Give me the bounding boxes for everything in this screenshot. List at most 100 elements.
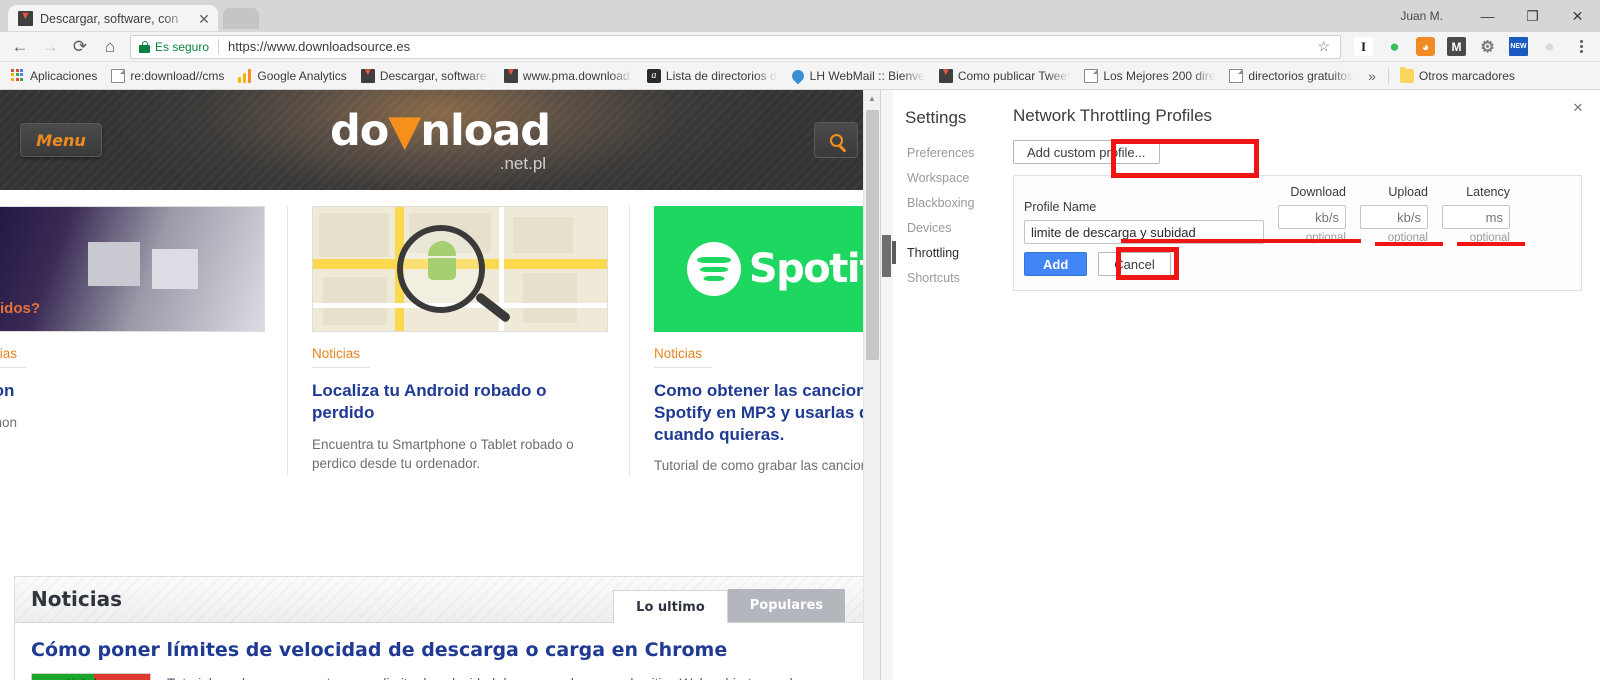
disabled-extension-icon[interactable]: ● <box>1540 37 1559 56</box>
tab-close-icon[interactable]: ✕ <box>196 12 212 26</box>
apps-grid-icon <box>11 68 25 83</box>
latency-header: Latency <box>1466 185 1510 199</box>
news-panel: Noticias Lo ultimo Populares Cómo poner … <box>14 576 866 680</box>
bookmark-label: Descargar, software, <box>379 68 490 83</box>
bookmark-label: Google Analytics <box>257 68 347 83</box>
sidebar-item-shortcuts[interactable]: Shortcuts <box>905 265 998 290</box>
bookmarks-bar: Aplicaciones re:download//cms Google Ana… <box>0 62 1600 90</box>
article-title[interactable]: Como obtener las canciones de Spotify en… <box>654 380 880 445</box>
spotify-icon <box>686 242 741 296</box>
sidebar-item-devices[interactable]: Devices <box>905 215 998 240</box>
article-cards-strip: idos? Noticias emon okémon <box>0 190 880 560</box>
downloadsource-icon <box>938 67 953 83</box>
bookmark-label: www.pma.download. <box>522 68 633 83</box>
devtools-scrollbar-thumb[interactable] <box>882 235 891 277</box>
browser-tab[interactable]: Descargar, software, con ✕ <box>8 5 218 32</box>
forward-icon[interactable]: → <box>36 34 64 60</box>
news-panel-header: Noticias Lo ultimo Populares <box>15 577 865 623</box>
upload-input[interactable] <box>1360 205 1428 229</box>
article-title[interactable]: Localiza tu Android robado o perdido <box>312 380 605 424</box>
add-custom-profile-button[interactable]: Add custom profile... <box>1013 140 1160 164</box>
upload-column: Upload optional <box>1360 185 1428 244</box>
bookmark-label: LH WebMail :: Bienve <box>809 68 925 83</box>
profile-editor-headers: Profile Name Download optional Upload <box>1024 185 1567 244</box>
gear-extension-icon[interactable]: ⚙ <box>1478 37 1497 56</box>
article-description: Tutorial de como grabar las canciones de <box>654 458 880 474</box>
browser-toolbar: ← → ⟳ ⌂ Es seguro https://www.downloadso… <box>0 32 1600 62</box>
bookmark-star-icon[interactable]: ☆ <box>1311 38 1336 55</box>
article-title[interactable]: emon <box>0 380 263 402</box>
article-category[interactable]: Noticias <box>654 346 712 368</box>
document-icon <box>111 68 126 83</box>
close-window-button[interactable]: ✕ <box>1555 0 1600 32</box>
bookmark-apps[interactable]: Aplicaciones <box>4 65 104 87</box>
cancel-button[interactable]: Cancel <box>1098 252 1171 276</box>
profile-editor-table: Profile Name Download optional Upload <box>1013 175 1582 291</box>
page-scrollbar[interactable]: ▲ <box>863 90 880 680</box>
address-bar[interactable]: Es seguro https://www.downloadsource.es … <box>130 34 1341 59</box>
spotify-wordmark: Spotify <box>748 246 880 292</box>
bookmarks-overflow-icon[interactable]: » <box>1360 68 1384 84</box>
site-menu-button[interactable]: Menu <box>20 123 102 157</box>
bookmark-redownload-cms[interactable]: re:download//cms <box>104 65 231 87</box>
bookmark-descargar-software[interactable]: Descargar, software, <box>354 65 497 87</box>
reload-icon[interactable]: ⟳ <box>66 34 94 60</box>
bookmark-mejores-200-directorios[interactable]: Los Mejores 200 dire <box>1077 65 1222 87</box>
download-input[interactable] <box>1278 205 1346 229</box>
maximize-button[interactable]: ❐ <box>1510 0 1555 32</box>
news-tabs: Lo ultimo Populares <box>613 589 865 623</box>
bookmark-pma-download[interactable]: www.pma.download. <box>497 65 640 87</box>
gmail-extension-icon[interactable]: M <box>1447 37 1466 56</box>
news-article-text: Tutorial en el que se muestra como limit… <box>167 673 849 680</box>
google-analytics-icon <box>238 68 252 83</box>
tab-populares[interactable]: Populares <box>727 589 845 622</box>
spotify-logo-thumbnail: Spotify ® <box>654 206 880 332</box>
bookmark-directorios-gratuitos[interactable]: directorios gratuitos <box>1222 65 1360 87</box>
bookmark-lista-directorios[interactable]: a Lista de directorios d <box>640 65 784 87</box>
article-card[interactable]: Spotify ® Noticias Como obtener las canc… <box>629 206 880 476</box>
article-card[interactable]: idos? Noticias emon okémon <box>0 206 287 476</box>
sidebar-item-blackboxing[interactable]: Blackboxing <box>905 190 998 215</box>
bookmark-como-publicar-tweet[interactable]: Como publicar Tweet <box>932 65 1078 87</box>
article-category[interactable]: Noticias <box>0 346 27 368</box>
profile-name-input[interactable] <box>1024 220 1264 244</box>
folder-icon <box>1399 66 1414 83</box>
tab-lo-ultimo[interactable]: Lo ultimo <box>613 590 728 623</box>
page-scrollbar-thumb[interactable] <box>866 110 879 360</box>
settings-sidebar: Settings Preferences Workspace Blackboxi… <box>892 90 998 680</box>
url-text[interactable]: https://www.downloadsource.es <box>228 39 1311 54</box>
bookmark-label: directorios gratuitos <box>1248 68 1354 83</box>
site-logo[interactable]: do▼nload .net.pl <box>330 110 551 173</box>
site-search-button[interactable] <box>814 122 858 158</box>
article-description: Encuentra tu Smartphone o Tablet robado … <box>312 436 574 472</box>
scroll-up-icon[interactable]: ▲ <box>864 90 880 107</box>
sidebar-item-preferences[interactable]: Preferences <box>905 140 998 165</box>
chrome-menu-icon[interactable] <box>1570 34 1592 60</box>
new-badge-extension-icon[interactable]: NEW <box>1509 37 1528 56</box>
article-category[interactable]: Noticias <box>312 346 370 368</box>
home-icon[interactable]: ⌂ <box>96 34 124 60</box>
instapaper-extension-icon[interactable]: I <box>1354 37 1373 56</box>
latency-optional-label: optional <box>1469 232 1510 244</box>
sidebar-item-workspace[interactable]: Workspace <box>905 165 998 190</box>
profile-name-label[interactable]: Juan M. <box>1400 9 1443 23</box>
devtools-scrollbar[interactable] <box>881 90 893 680</box>
article-card[interactable]: Noticias Localiza tu Android robado o pe… <box>287 206 629 476</box>
bookmark-label: Lista de directorios d <box>665 68 777 83</box>
bookmark-lh-webmail[interactable]: LH WebMail :: Bienve <box>784 65 932 87</box>
sidebar-item-throttling[interactable]: Throttling <box>892 240 998 265</box>
new-tab-button[interactable] <box>223 8 259 29</box>
bookmark-otros-marcadores[interactable]: Otros marcadores <box>1393 65 1522 87</box>
document-icon <box>1229 68 1244 83</box>
news-article-row: Límite de descarga y subida Tutorial en … <box>31 673 849 680</box>
add-button[interactable]: Add <box>1024 252 1088 276</box>
minimize-button[interactable]: — <box>1465 0 1510 32</box>
bookmark-google-analytics[interactable]: Google Analytics <box>231 65 353 87</box>
chrome-speed-limit-thumbnail[interactable]: Límite de descarga y subida <box>31 673 151 680</box>
evernote-extension-icon[interactable]: ● <box>1385 37 1404 56</box>
devtools-settings-panel: ✕ Settings Preferences Workspace Blackbo… <box>880 90 1600 680</box>
back-icon[interactable]: ← <box>6 34 34 60</box>
latency-input[interactable] <box>1442 205 1510 229</box>
news-article-title[interactable]: Cómo poner límites de velocidad de desca… <box>31 639 849 661</box>
rss-extension-icon[interactable]: ◕ <box>1416 37 1435 56</box>
